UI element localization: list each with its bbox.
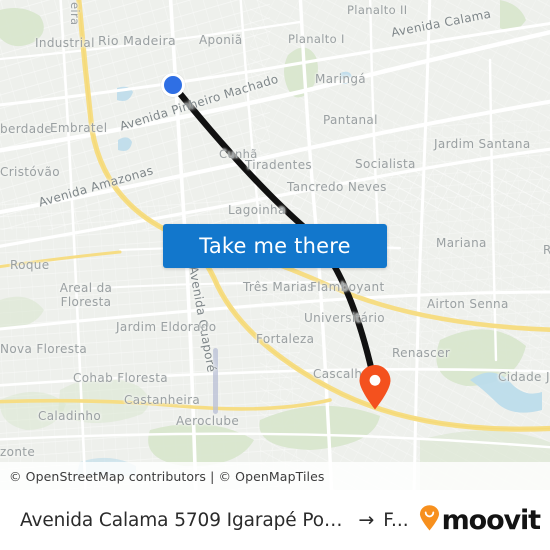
attribution-text[interactable]: © OpenStreetMap contributors | © OpenMap… <box>9 469 325 484</box>
moovit-logo[interactable]: moovit <box>419 504 542 536</box>
moovit-wordmark: moovit <box>441 504 542 536</box>
map-pin-icon <box>359 365 391 410</box>
moovit-route-screenshot: eira Planalto II Industrial Rio Madeira Apon… <box>0 0 550 550</box>
take-me-there-button[interactable]: Take me there <box>163 224 387 268</box>
map-canvas[interactable]: eira Planalto II Industrial Rio Madeira Apon… <box>0 0 550 490</box>
route-destination-label: F... <box>383 509 409 531</box>
moovit-pin-icon <box>419 504 440 536</box>
destination-marker[interactable] <box>358 364 392 410</box>
route-summary: Avenida Calama 5709 Igarapé Porto Velho … <box>20 509 409 531</box>
airstrip <box>213 348 218 414</box>
route-origin-label: Avenida Calama 5709 Igarapé Porto Velho … <box>20 509 350 531</box>
arrow-right-icon: → <box>358 509 375 531</box>
map-attribution-bar: © OpenStreetMap contributors | © OpenMap… <box>0 462 550 490</box>
origin-marker[interactable] <box>161 73 185 97</box>
footer-bar: Avenida Calama 5709 Igarapé Porto Velho … <box>0 490 550 550</box>
